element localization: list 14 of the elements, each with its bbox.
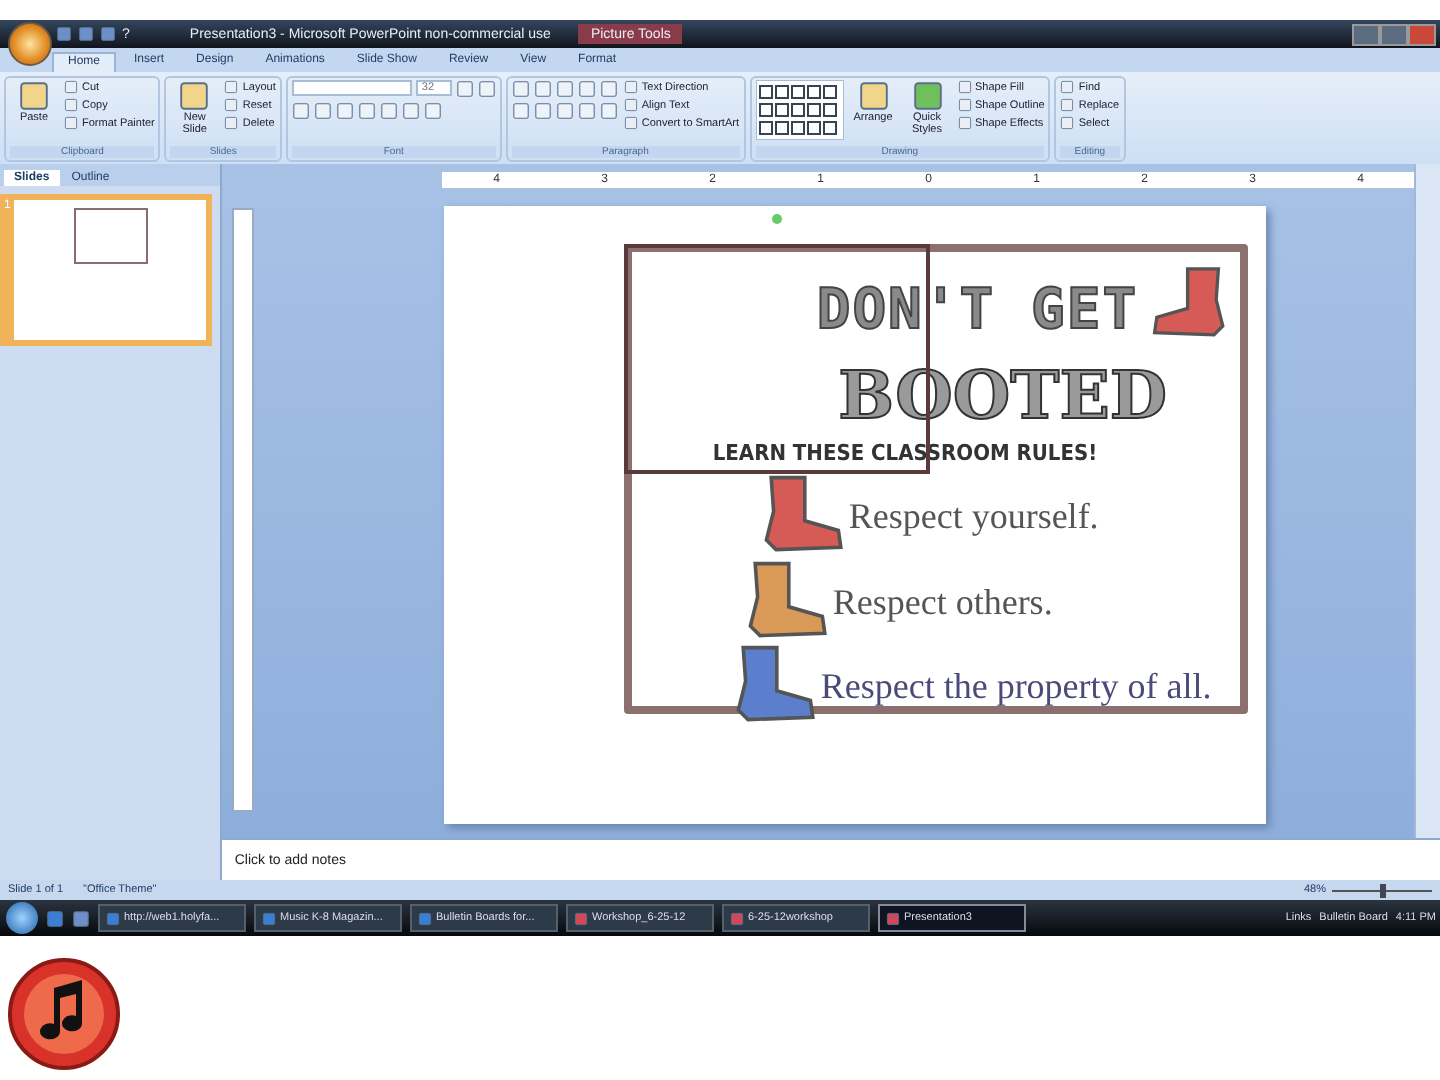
minimize-button[interactable] [1352,23,1380,45]
rule-text: Respect the property of all. [820,665,1212,707]
maximize-button[interactable] [1380,23,1408,45]
close-button[interactable] [1408,23,1436,45]
shapes-gallery[interactable] [755,80,843,140]
font-field[interactable] [291,80,412,96]
start-button[interactable] [6,902,38,934]
music-note-icon [6,956,122,1072]
rotation-handle[interactable] [772,214,783,224]
rule-text: Respect yourself. [848,495,1099,537]
rule-text: Respect others. [832,581,1053,623]
slide-thumbnail[interactable] [14,200,207,340]
slider-thumb[interactable] [1380,883,1386,897]
scrollbar[interactable] [1414,164,1440,839]
